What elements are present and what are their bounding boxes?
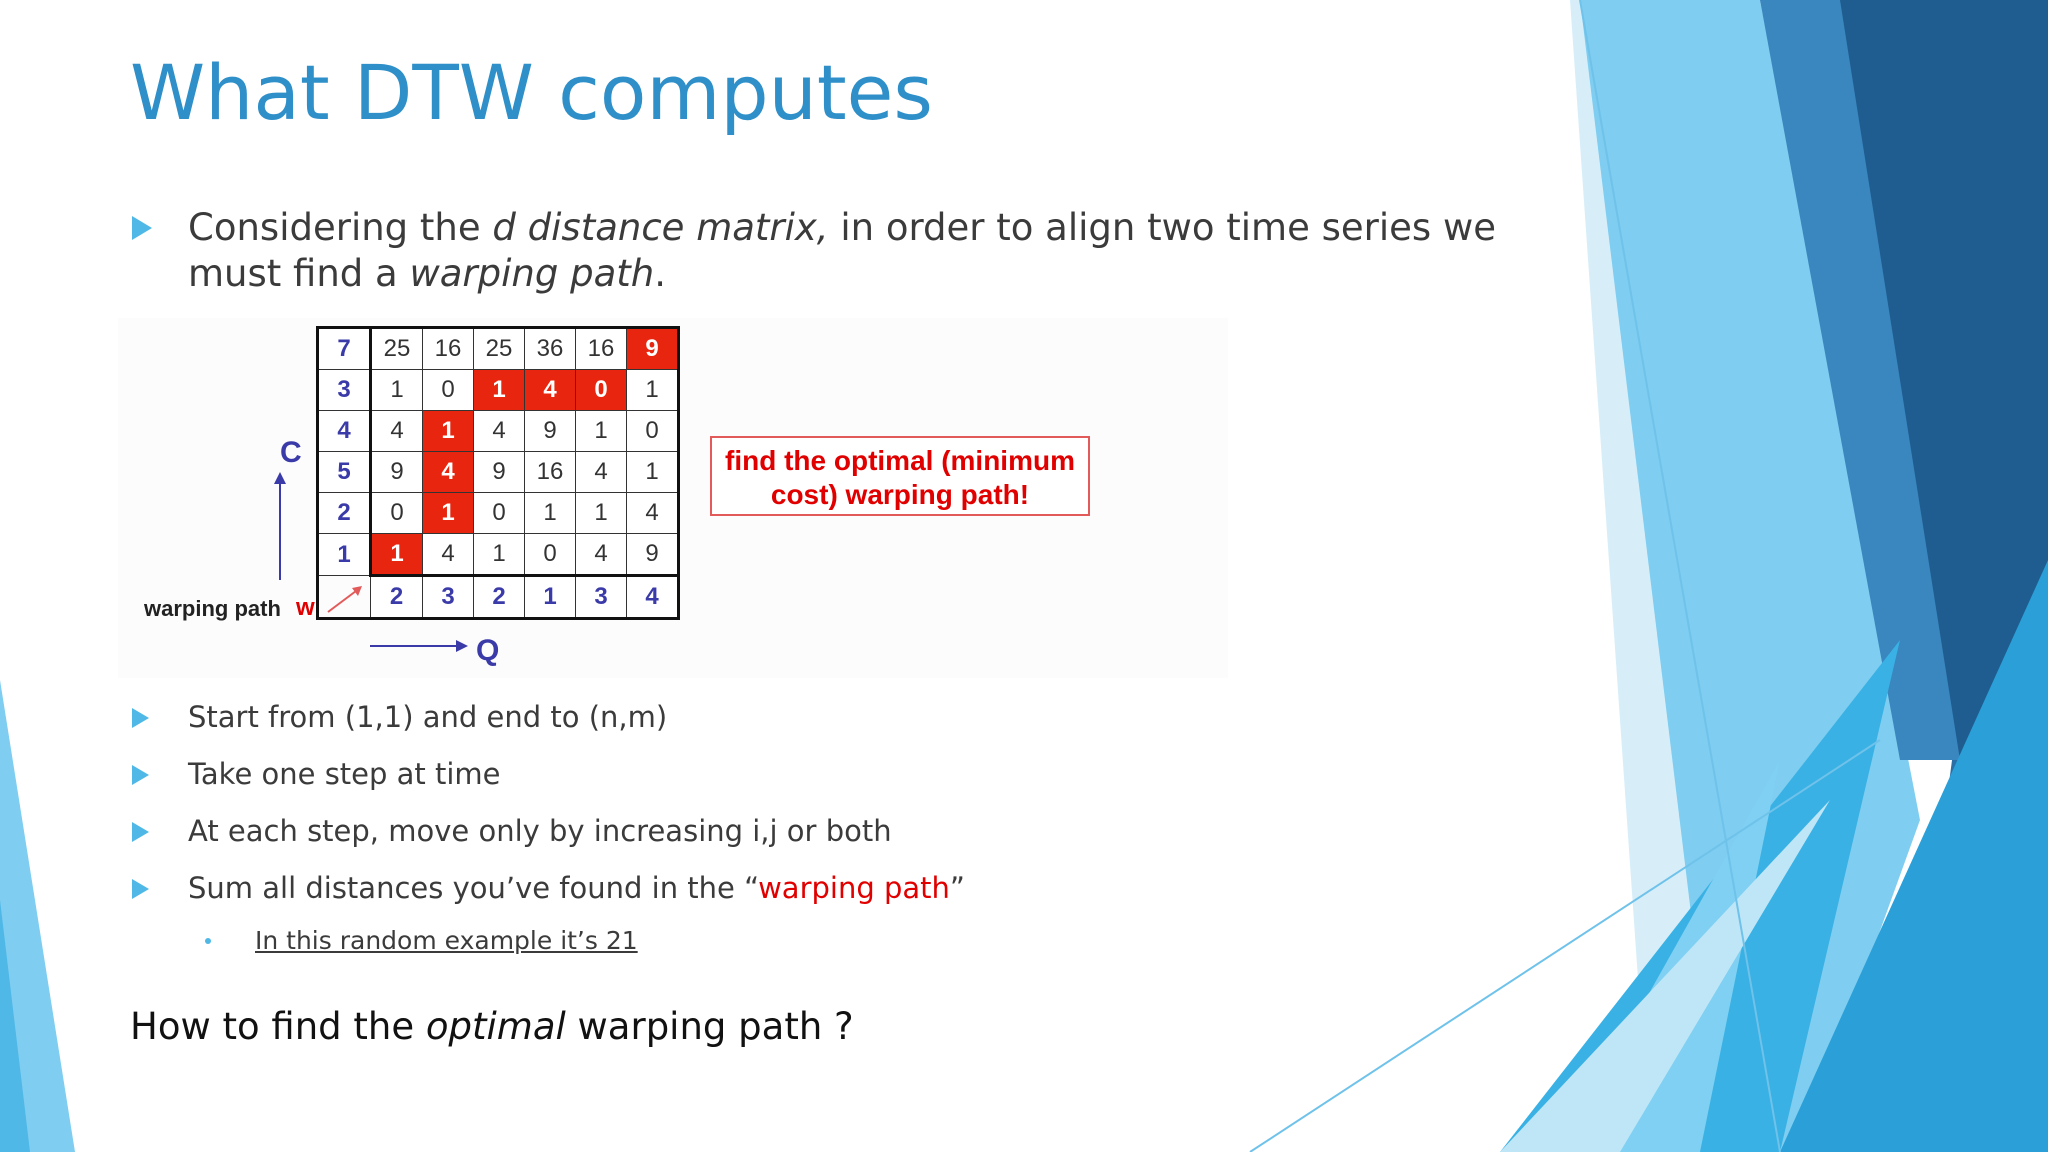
- path-cell: 0: [575, 369, 627, 411]
- question-text: How to find the optimal warping path ?: [130, 1005, 854, 1048]
- bullet-arrow-icon: [132, 765, 149, 785]
- matrix-cell: 1: [626, 369, 679, 411]
- column-label: 2: [370, 574, 423, 619]
- matrix-cell: 0: [524, 533, 576, 576]
- path-cell: 4: [422, 451, 474, 493]
- matrix-row: 1141049: [317, 533, 679, 576]
- matrix-row: 4414910: [317, 410, 679, 452]
- sub-bullet-dot-icon: [205, 938, 211, 944]
- path-cell: 1: [473, 369, 525, 411]
- matrix-cell: 25: [370, 327, 423, 370]
- column-label: 4: [626, 574, 679, 619]
- column-label-row: 232134: [318, 574, 679, 619]
- slide-title: What DTW computes: [130, 48, 933, 137]
- path-cell: 1: [370, 533, 423, 576]
- bullet-arrow-icon: [132, 822, 149, 842]
- matrix-cell: 4: [370, 410, 423, 452]
- matrix-cell: 4: [575, 533, 627, 576]
- row-label: 2: [317, 492, 372, 534]
- matrix-cell: 4: [422, 533, 474, 576]
- row-label: 3: [317, 369, 372, 411]
- path-cell: 1: [422, 410, 474, 452]
- matrix-cell: 25: [473, 327, 525, 370]
- matrix-cell: 16: [575, 327, 627, 370]
- path-cell: 9: [626, 327, 679, 370]
- column-label: 2: [473, 574, 525, 619]
- c-axis-arrow-icon: [274, 472, 286, 580]
- row-label: 1: [317, 533, 372, 576]
- matrix-cell: 0: [370, 492, 423, 534]
- matrix-cell: 36: [524, 327, 576, 370]
- matrix-cell: 1: [473, 533, 525, 576]
- matrix-cell: 9: [370, 451, 423, 493]
- path-cell: 4: [524, 369, 576, 411]
- column-label: 1: [524, 574, 576, 619]
- matrix-cell: 16: [422, 327, 474, 370]
- matrix-cell: 1: [575, 410, 627, 452]
- matrix-cell: 9: [626, 533, 679, 576]
- matrix-cell: 16: [524, 451, 576, 493]
- optimal-path-callout: find the optimal (minimum cost) warping …: [710, 436, 1090, 516]
- matrix-cell: 0: [473, 492, 525, 534]
- matrix-cell: 0: [626, 410, 679, 452]
- column-label: 3: [422, 574, 474, 619]
- matrix-cell: 0: [422, 369, 474, 411]
- matrix-cell: 1: [370, 369, 423, 411]
- distance-matrix: 7 25 16 25 36 16 9 3 1 0 1 4 0 1 4 4 1 4 9 1 0 5 9 4 9 16 4 1 2 0 1 0 1 1…: [316, 326, 680, 620]
- warping-path-pointer-icon: [327, 586, 362, 613]
- matrix-cell: 1: [575, 492, 627, 534]
- warping-path-label: warping path: [144, 596, 281, 621]
- matrix-cell: 9: [473, 451, 525, 493]
- path-cell: 1: [422, 492, 474, 534]
- intro-text: Considering the d distance matrix, in or…: [188, 206, 1496, 295]
- matrix-cell: 4: [626, 492, 679, 534]
- bullet-arrow-icon: [132, 708, 149, 728]
- q-axis-arrow-icon: [370, 640, 468, 652]
- matrix-cell: 1: [626, 451, 679, 493]
- c-axis-label: C: [280, 436, 302, 469]
- matrix-cell: 4: [473, 410, 525, 452]
- matrix-cell: 1: [524, 492, 576, 534]
- row-label: 7: [317, 327, 372, 370]
- matrix-row: 3101401: [317, 369, 679, 411]
- matrix-cell: 9: [524, 410, 576, 452]
- row-label: 5: [317, 451, 372, 493]
- matrix-row: 2010114: [317, 492, 679, 534]
- q-axis-label: Q: [476, 634, 500, 667]
- bullet-arrow-icon: [132, 879, 149, 899]
- matrix-row: 7 25 16 25 36 16 9: [317, 327, 679, 370]
- bullet-arrow-icon: [132, 216, 152, 240]
- matrix-cell: 4: [575, 451, 627, 493]
- column-label: 3: [575, 574, 627, 619]
- w-label: w: [296, 594, 315, 621]
- matrix-row: 5 9 4 9 16 4 1: [317, 451, 679, 493]
- row-label: 4: [317, 410, 372, 452]
